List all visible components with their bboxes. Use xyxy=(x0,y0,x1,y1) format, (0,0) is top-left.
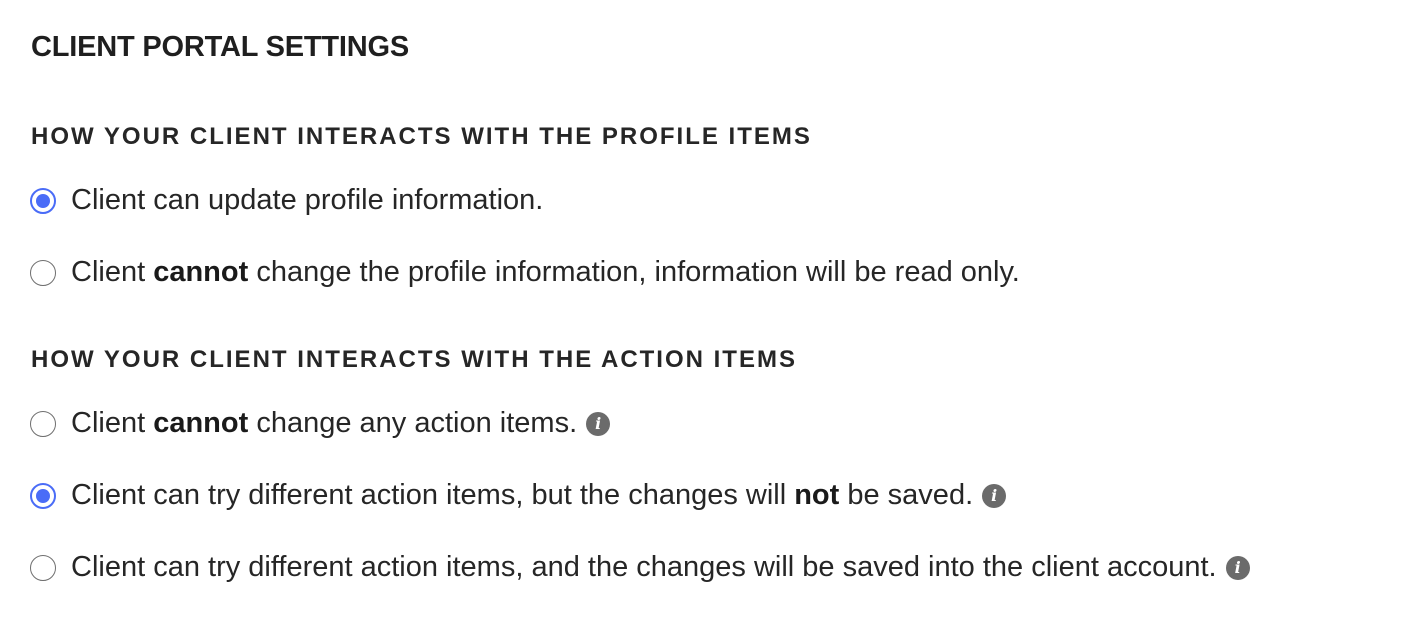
profile-option-can-update-radio[interactable] xyxy=(30,187,56,214)
profile-option-can-update[interactable]: Client can update profile information. xyxy=(30,186,543,215)
action-option-try-saved-radio[interactable] xyxy=(30,554,56,581)
action-option-try-not-saved-radio[interactable] xyxy=(30,482,56,509)
action-option-cannot-change-radio[interactable] xyxy=(30,410,56,437)
action-option-cannot-change[interactable]: Client cannot change any action items. i xyxy=(30,409,611,438)
page-title: CLIENT PORTAL SETTINGS xyxy=(31,31,409,63)
profile-option-can-update-label[interactable]: Client can update profile information. xyxy=(71,186,543,215)
info-icon[interactable]: i xyxy=(982,483,1007,508)
action-section-heading: HOW YOUR CLIENT INTERACTS WITH THE ACTIO… xyxy=(31,346,797,373)
profile-option-read-only-prefix: Client xyxy=(71,256,154,288)
action-option-cannot-change-suffix: change any action items. xyxy=(248,407,578,439)
action-option-try-not-saved-suffix: be saved. xyxy=(839,479,974,511)
profile-option-read-only-radio[interactable] xyxy=(30,259,56,286)
info-icon[interactable]: i xyxy=(1225,555,1250,580)
action-option-try-saved-label[interactable]: Client can try different action items, a… xyxy=(71,553,1217,582)
profile-section-heading: HOW YOUR CLIENT INTERACTS WITH THE PROFI… xyxy=(31,123,812,150)
action-option-cannot-change-emphasis: cannot xyxy=(153,407,249,439)
action-option-cannot-change-label[interactable]: Client cannot change any action items. xyxy=(71,409,577,438)
profile-option-read-only-label[interactable]: Client cannot change the profile informa… xyxy=(71,258,1020,287)
action-option-try-not-saved-emphasis: not xyxy=(794,479,840,511)
action-option-try-not-saved-label[interactable]: Client can try different action items, b… xyxy=(71,481,973,510)
action-option-try-not-saved[interactable]: Client can try different action items, b… xyxy=(30,481,1007,510)
action-option-try-saved[interactable]: Client can try different action items, a… xyxy=(30,553,1250,582)
profile-option-read-only-emphasis: cannot xyxy=(153,256,249,288)
profile-option-read-only-suffix: change the profile information, informat… xyxy=(248,256,1020,288)
action-option-cannot-change-prefix: Client xyxy=(71,407,154,439)
info-icon[interactable]: i xyxy=(586,411,611,436)
profile-option-read-only[interactable]: Client cannot change the profile informa… xyxy=(30,258,1020,287)
action-option-try-not-saved-prefix: Client can try different action items, b… xyxy=(71,479,795,511)
